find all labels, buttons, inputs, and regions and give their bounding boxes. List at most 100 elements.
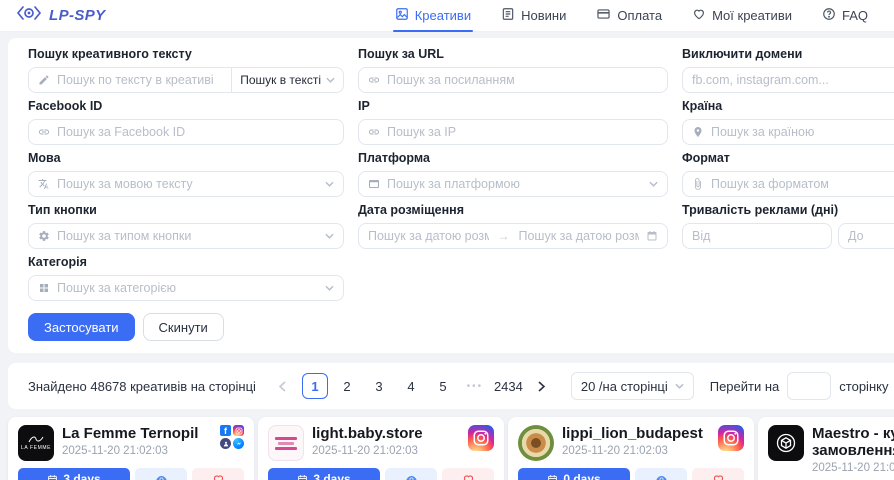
- chevron-down-icon: [325, 233, 334, 239]
- pencil-icon: [38, 74, 50, 86]
- heart-icon: [712, 473, 725, 480]
- duration-badge-button[interactable]: 3 days: [268, 468, 380, 480]
- url-field[interactable]: [387, 73, 658, 87]
- calendar-icon: [547, 474, 558, 480]
- button-type-select[interactable]: Пошук за типом кнопки: [28, 223, 344, 249]
- country-field[interactable]: [711, 125, 894, 139]
- calendar-icon: [47, 474, 58, 480]
- eye-icon: [405, 473, 418, 480]
- page-button-3[interactable]: 3: [366, 373, 392, 399]
- creative-card[interactable]: Maestro - кухні, ме замовлення в Ужго 20…: [758, 417, 894, 480]
- duration-badge-button[interactable]: 0 days: [518, 468, 630, 480]
- goto-page: Перейти на сторінку: [710, 372, 889, 400]
- format-input[interactable]: [682, 171, 894, 197]
- exclude-domains-input[interactable]: [682, 67, 894, 93]
- gear-icon: [38, 230, 50, 242]
- exclude-domains-field[interactable]: [692, 73, 894, 87]
- page-button-5[interactable]: 5: [430, 373, 456, 399]
- instagram-icon: [468, 425, 494, 451]
- card-title: Maestro - кухні, ме: [812, 425, 894, 442]
- favorite-button[interactable]: [442, 468, 494, 480]
- card-date: 2025-11-20 21:02:03: [812, 462, 894, 474]
- paperclip-icon: [692, 178, 704, 190]
- duration-to-field[interactable]: [848, 229, 894, 243]
- platform-icons: f: [220, 425, 244, 461]
- audience-network-icon: [220, 438, 231, 449]
- creative-card[interactable]: LA FEMME La Femme Ternopil 2025-11-20 21…: [8, 417, 254, 480]
- page-button-last[interactable]: 2434: [494, 373, 523, 399]
- facebook-icon: f: [220, 425, 231, 436]
- eye-icon: [155, 473, 168, 480]
- pages-ellipsis[interactable]: •••: [462, 373, 488, 399]
- arrow-right-icon: →: [496, 229, 512, 243]
- tab-news[interactable]: Новини: [501, 0, 566, 32]
- chevron-down-icon: [326, 77, 335, 83]
- format-field[interactable]: [711, 177, 894, 191]
- credit-card-icon: [596, 7, 611, 24]
- view-button[interactable]: [135, 468, 187, 480]
- duration-to-input[interactable]: [838, 223, 894, 249]
- field-button-type: Тип кнопки Пошук за типом кнопки: [28, 204, 344, 249]
- page-button-1[interactable]: 1: [302, 373, 328, 399]
- duration-from-input[interactable]: [682, 223, 832, 249]
- tab-creatives[interactable]: Креативи: [395, 0, 471, 32]
- top-navbar: LP-SPY Креативи Новини Оплата Мої креати…: [0, 0, 894, 32]
- duration-badge-button[interactable]: 3 days: [18, 468, 130, 480]
- card-title-line2: замовлення в Ужго: [812, 442, 894, 459]
- view-button[interactable]: [385, 468, 437, 480]
- tab-payment[interactable]: Оплата: [596, 0, 662, 32]
- field-facebook-id: Facebook ID: [28, 100, 344, 145]
- platform-select[interactable]: Пошук за платформою: [358, 171, 668, 197]
- language-select[interactable]: Пошук за мовою тексту: [28, 171, 344, 197]
- date-range-picker[interactable]: Пошук за датою розміщення → Пошук за дат…: [358, 223, 668, 249]
- apply-button[interactable]: Застосувати: [28, 313, 135, 341]
- main-nav: Креативи Новини Оплата Мої креативи FAQ: [395, 0, 868, 32]
- brand-logo[interactable]: LP-SPY: [16, 5, 106, 26]
- view-button[interactable]: [635, 468, 687, 480]
- maestro-logo-icon: [774, 431, 798, 455]
- avatar: [268, 425, 304, 461]
- page-button-2[interactable]: 2: [334, 373, 360, 399]
- creative-card[interactable]: light.baby.store 2025-11-20 21:02:03 3 d…: [258, 417, 504, 480]
- reset-button[interactable]: Скинути: [143, 313, 224, 341]
- card-date: 2025-11-20 21:02:03: [62, 445, 212, 457]
- facebook-id-field[interactable]: [57, 125, 334, 139]
- tab-my-creatives[interactable]: Мої креативи: [692, 0, 792, 32]
- country-input[interactable]: [682, 119, 894, 145]
- creative-text-field[interactable]: [57, 73, 224, 87]
- ip-field[interactable]: [387, 125, 658, 139]
- card-title: La Femme Ternopil: [62, 425, 212, 442]
- category-select[interactable]: Пошук за категорією: [28, 275, 344, 301]
- link-icon: [368, 74, 380, 86]
- heart-icon: [462, 473, 475, 480]
- ip-input[interactable]: [358, 119, 668, 145]
- tab-faq[interactable]: FAQ: [822, 0, 868, 32]
- favorite-button[interactable]: [692, 468, 744, 480]
- filters-panel: Пошук креативного тексту Пошук в тексті …: [8, 38, 894, 353]
- prev-page-button[interactable]: [270, 373, 296, 399]
- goto-page-input[interactable]: [787, 372, 831, 400]
- chevron-left-icon: [279, 381, 286, 392]
- next-page-button[interactable]: [529, 373, 555, 399]
- field-format: Формат: [682, 152, 894, 197]
- page-button-4[interactable]: 4: [398, 373, 424, 399]
- creative-text-input[interactable]: Пошук в тексті: [28, 67, 344, 93]
- field-country: Країна: [682, 100, 894, 145]
- facebook-id-input[interactable]: [28, 119, 344, 145]
- la-femme-logo-icon: [27, 435, 45, 444]
- duration-from-field[interactable]: [692, 229, 822, 243]
- creative-card[interactable]: lippi_lion_budapest 2025-11-20 21:02:03 …: [508, 417, 754, 480]
- card-date: 2025-11-20 21:02:03: [312, 445, 460, 457]
- results-summary: Знайдено 48678 креативів на сторінці: [28, 379, 256, 394]
- text-search-mode-select[interactable]: Пошук в тексті: [231, 68, 343, 92]
- page-size-select[interactable]: 20 /на сторінці: [571, 372, 694, 400]
- url-input[interactable]: [358, 67, 668, 93]
- avatar: LA FEMME: [18, 425, 54, 461]
- field-placement-date: Дата розміщення Пошук за датою розміщенн…: [358, 204, 668, 249]
- favorite-button[interactable]: [192, 468, 244, 480]
- chevron-down-icon: [325, 285, 334, 291]
- browser-window-icon: [368, 178, 380, 190]
- calendar-icon: [297, 474, 308, 480]
- field-exclude-domains: Виключити домени: [682, 48, 894, 93]
- field-ip: IP: [358, 100, 668, 145]
